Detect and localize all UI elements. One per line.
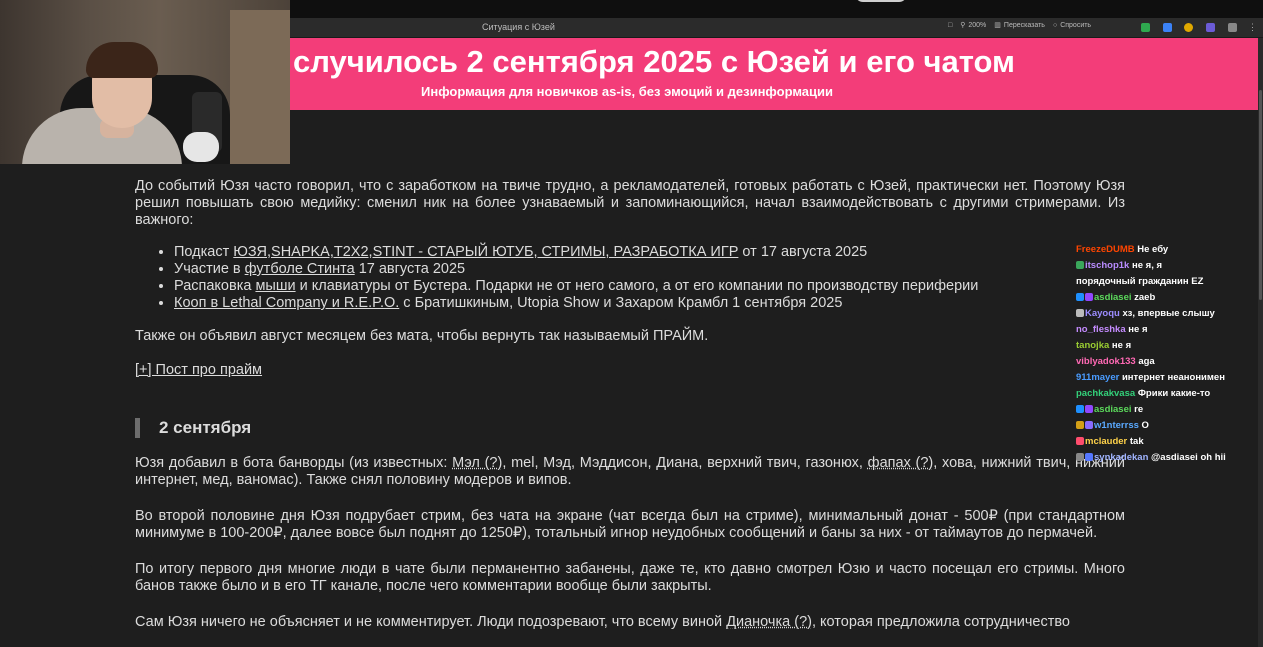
chat-badge-icon — [1076, 421, 1084, 429]
chat-message: FreezeDUMB Не ебу — [1076, 242, 1256, 258]
chat-text: aga — [1138, 356, 1155, 367]
chat-badge-icon — [1076, 453, 1084, 461]
extension-icon[interactable] — [1184, 23, 1193, 32]
tab-title[interactable]: Ситуация с Юзей — [482, 22, 555, 32]
mel-link[interactable]: Мэл (?) — [452, 455, 502, 471]
intro-paragraph: До событий Юзя часто говорил, что с зара… — [135, 178, 1125, 228]
browser-tools: □ ⚲ 200% ▥ Пересказать ○ Спросить — [948, 21, 1091, 30]
chat-username[interactable]: Kayoqu — [1085, 308, 1120, 319]
list-item: Распаковка мыши и клавиатуры от Бустера.… — [174, 278, 1125, 295]
chat-badge-icon — [1085, 405, 1093, 413]
chat-message: viblyadok133 aga — [1076, 354, 1256, 370]
chat-message: asdiasei re — [1076, 402, 1256, 418]
chat-badge-icon — [1076, 405, 1084, 413]
explanation-paragraph: Сам Юзя ничего не объясняет и не коммент… — [135, 614, 1070, 630]
chat-text: zaeb — [1134, 292, 1156, 303]
chat-message: tanojka не я — [1076, 338, 1256, 354]
bans-paragraph: По итогу первого дня многие люди в чате … — [135, 561, 1125, 594]
chat-text: хз, впервые слышу — [1122, 308, 1215, 319]
chat-badge-icon — [1076, 309, 1084, 317]
chat-username[interactable]: pachkakvasa — [1076, 388, 1135, 399]
dianochka-link[interactable]: Дианочка (?) — [726, 614, 812, 630]
event-list: Подкаст ЮЗЯ,SHAPKA,T2X2,STINT - СТАРЫЙ Ю… — [135, 244, 1125, 312]
chat-message: w1nterrss O — [1076, 418, 1256, 434]
chat-text: порядочный гражданин EZ — [1076, 276, 1204, 287]
page-title: случилось 2 сентября 2025 с Юзей и его ч… — [293, 44, 1015, 79]
coop-link[interactable]: Кооп в Lethal Company и R.E.P.O. — [174, 295, 399, 311]
ask-icon: ○ — [1052, 21, 1058, 29]
chat-text: Фрики какие-то — [1137, 388, 1211, 399]
bookmark-icon[interactable]: □ — [948, 22, 952, 29]
chat-text: Не ебу — [1137, 244, 1169, 255]
list-item: Кооп в Lethal Company и R.E.P.O. с Брати… — [174, 295, 1125, 312]
chat-message: asdiasei zaeb — [1076, 290, 1256, 306]
chat-message: no_fleshka не я — [1076, 322, 1256, 338]
podcast-link[interactable]: ЮЗЯ,SHAPKA,T2X2,STINT - СТАРЫЙ ЮТУБ, СТР… — [233, 244, 738, 260]
extension-icon[interactable] — [1206, 23, 1215, 32]
fapah-link[interactable]: фапах (?) — [868, 455, 934, 471]
chat-message: pachkakvasa Фрики какие-то — [1076, 386, 1256, 402]
chat-text: интернет неанонимен — [1121, 372, 1225, 383]
chat-text: re — [1134, 404, 1144, 415]
extension-icon[interactable] — [1163, 23, 1172, 32]
chat-username[interactable]: mclauder — [1085, 436, 1127, 447]
chat-badge-icon — [1076, 437, 1084, 445]
chat-username[interactable]: itschop1k — [1085, 260, 1129, 271]
chat-badge-icon — [1085, 453, 1093, 461]
chat-text: @asdiasei oh hii — [1151, 452, 1226, 463]
article: До событий Юзя часто говорил, что с зара… — [135, 178, 1125, 631]
banwords-paragraph: Юзя добавил в бота банворды (из известны… — [135, 455, 1126, 488]
chat-username[interactable]: tanojka — [1076, 340, 1109, 351]
notch-pill — [855, 0, 907, 2]
chat-text: O — [1141, 420, 1149, 431]
chat-badge-icon — [1076, 261, 1084, 269]
page-banner: случилось 2 сентября 2025 с Юзей и его ч… — [290, 38, 1258, 110]
zoom-button[interactable]: ⚲ 200% — [960, 21, 986, 30]
chat-username[interactable]: asdiasei — [1094, 292, 1132, 303]
retell-button[interactable]: ▥ Пересказать — [994, 21, 1045, 30]
section-heading: 2 сентября — [135, 418, 1125, 438]
shield-extension-icon[interactable] — [1141, 23, 1150, 32]
chat-badge-icon — [1085, 293, 1093, 301]
chat-message: порядочный гражданин EZ — [1076, 274, 1256, 290]
chat-message: Kayoqu хз, впервые слышу — [1076, 306, 1256, 322]
august-paragraph: Также он объявил август месяцем без мата… — [135, 328, 709, 344]
microphone — [183, 132, 219, 162]
chat-username[interactable]: 911mayer — [1076, 372, 1119, 383]
menu-icon[interactable]: ⋮ — [1248, 22, 1257, 33]
prime-post-paragraph: [+] Пост про прайм — [135, 362, 1125, 379]
list-item: Подкаст ЮЗЯ,SHAPKA,T2X2,STINT - СТАРЫЙ Ю… — [174, 244, 1125, 261]
chat-badge-icon — [1085, 421, 1093, 429]
webcam-overlay — [0, 0, 290, 164]
chat-username[interactable]: viblyadok133 — [1076, 356, 1136, 367]
page-subtitle: Информация для новичков as-is, без эмоци… — [421, 84, 834, 99]
list-item: Участие в футболе Стинта 17 августа 2025 — [174, 261, 1125, 278]
chat-message: mclauder tak — [1076, 434, 1256, 450]
chat-text: tak — [1129, 436, 1144, 447]
retell-icon: ▥ — [994, 22, 1001, 29]
webcam-door — [230, 10, 290, 164]
scrollbar-thumb[interactable] — [1259, 90, 1262, 300]
chat-message: synkadekan @asdiasei oh hii — [1076, 450, 1256, 466]
chat-username[interactable]: FreezeDUMB — [1076, 244, 1135, 255]
chat-username[interactable]: no_fleshka — [1076, 324, 1126, 335]
chat-username[interactable]: w1nterrss — [1094, 420, 1139, 431]
chat-text: не я — [1128, 324, 1148, 335]
chat-message: 911mayer интернет неанонимен — [1076, 370, 1256, 386]
chat-text: не я, я — [1132, 260, 1163, 271]
chat-text: не я — [1111, 340, 1132, 351]
extension-icon[interactable] — [1228, 23, 1237, 32]
football-link[interactable]: футболе Стинта — [245, 261, 355, 277]
chat-badge-icon — [1076, 293, 1084, 301]
stream-chat-overlay: FreezeDUMB Не ебу itschop1k не я, я порядо… — [1076, 242, 1256, 466]
stream-paragraph: Во второй половине дня Юзя подрубает стр… — [135, 508, 1125, 541]
ask-button[interactable]: ○ Спросить — [1053, 22, 1091, 29]
webcam-person-hair — [86, 42, 158, 78]
chat-username[interactable]: asdiasei — [1094, 404, 1132, 415]
prime-post-link[interactable]: [+] Пост про прайм — [135, 362, 262, 378]
mouse-link[interactable]: мыши — [255, 278, 295, 294]
zoom-icon: ⚲ — [960, 22, 966, 29]
chat-username[interactable]: synkadekan — [1094, 452, 1148, 463]
chat-message: itschop1k не я, я — [1076, 258, 1256, 274]
